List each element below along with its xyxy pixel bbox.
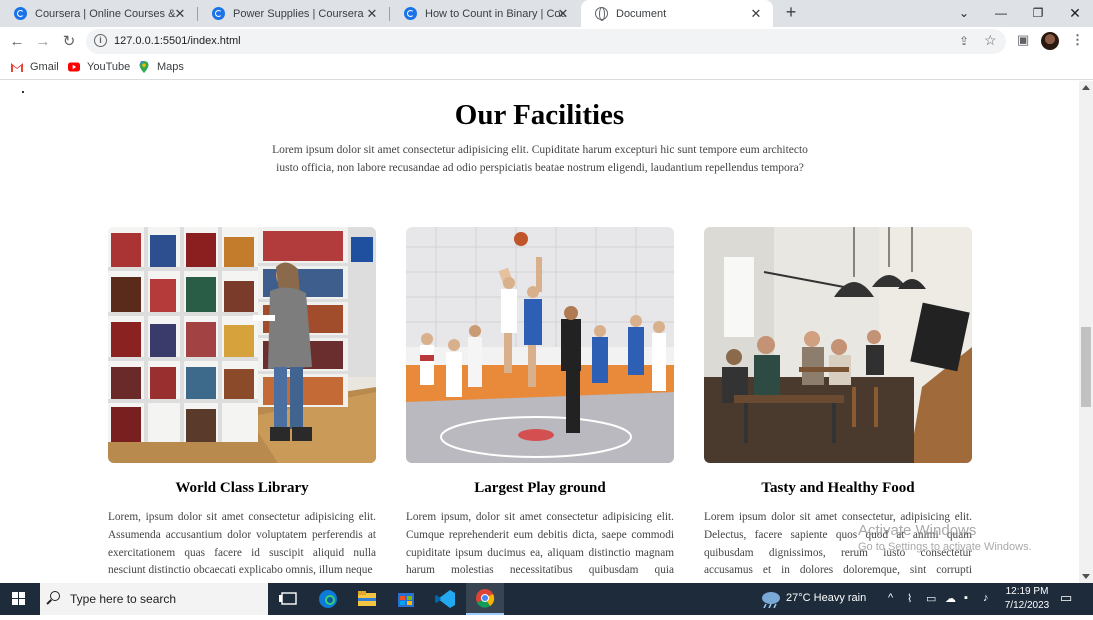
bookmark-gmail[interactable]: Gmail — [11, 61, 59, 73]
coursera-icon — [404, 7, 417, 20]
facility-card-library: World Class Library Lorem, ipsum dolor s… — [108, 227, 376, 580]
tray-chevron-icon[interactable]: ^ — [888, 592, 893, 604]
share-icon[interactable]: ⇪ — [959, 34, 969, 48]
activate-windows-title: Activate Windows — [858, 522, 977, 539]
scroll-down-icon[interactable] — [1082, 574, 1090, 579]
search-placeholder: Type here to search — [70, 592, 177, 606]
forward-arrow-icon[interactable]: → — [33, 32, 53, 52]
cafe-photo — [704, 227, 972, 463]
card-title: World Class Library — [175, 480, 309, 496]
bookmarks-bar: Gmail YouTube Maps — [0, 56, 1093, 80]
notification-icon[interactable]: ▭ — [1060, 590, 1072, 606]
tab-title: Power Supplies | Coursera — [233, 7, 364, 20]
page-viewport: Our Facilities Lorem ipsum dolor sit ame… — [0, 81, 1079, 583]
close-icon[interactable]: ✕ — [365, 6, 379, 22]
url-text: 127.0.0.1:5501/index.html — [114, 35, 241, 47]
basketball-photo — [406, 227, 674, 463]
card-text: Lorem, ipsum dolor sit amet consectetur … — [108, 511, 376, 577]
windows-taskbar: Type here to search 27°C Heavy rain ^ ⌇ … — [0, 583, 1093, 615]
address-bar[interactable]: i 127.0.0.1:5501/index.html ⇪ ☆ — [86, 29, 1006, 54]
globe-icon — [595, 7, 608, 21]
tab-title: Document — [616, 7, 667, 20]
onedrive-icon[interactable]: ☁ — [945, 592, 956, 605]
meet-icon[interactable]: ▪ — [964, 592, 968, 604]
tab-strip: Coursera | Online Courses & Cre ✕ Power … — [0, 0, 1093, 27]
store-icon[interactable] — [387, 583, 425, 615]
network-icon[interactable]: ⌇ — [907, 592, 912, 605]
task-view-icon[interactable] — [270, 583, 308, 615]
search-icon — [50, 591, 60, 601]
battery-icon[interactable]: ▭ — [926, 592, 936, 605]
bookmark-youtube[interactable]: YouTube — [68, 61, 130, 73]
site-info-icon[interactable]: i — [94, 34, 107, 47]
close-icon[interactable]: ✕ — [749, 6, 763, 22]
bookmark-label: Gmail — [30, 61, 59, 73]
gmail-icon — [11, 63, 23, 72]
browser-toolbar: ← → ↻ i 127.0.0.1:5501/index.html ⇪ ☆ ▣ … — [0, 27, 1093, 56]
scroll-up-icon[interactable] — [1082, 85, 1090, 90]
section-heading: Our Facilities — [454, 99, 625, 131]
card-text: Lorem ipsum, dolor sit amet consectetur … — [406, 511, 674, 583]
vscode-icon[interactable] — [426, 583, 464, 615]
tab-coursera-home[interactable]: Coursera | Online Courses & Cre ✕ — [0, 0, 197, 27]
card-title: Tasty and Healthy Food — [761, 480, 915, 496]
back-arrow-icon[interactable]: ← — [7, 32, 27, 52]
close-window-button[interactable]: ✕ — [1057, 0, 1093, 27]
close-icon[interactable]: ✕ — [173, 6, 187, 22]
card-title: Largest Play ground — [474, 480, 606, 496]
file-explorer-icon[interactable] — [348, 583, 386, 615]
taskbar-clock[interactable]: 12:19 PM 7/12/2023 — [1002, 585, 1052, 613]
activate-windows-subtitle: Go to Settings to activate Windows. — [858, 541, 1032, 553]
coursera-icon — [14, 7, 27, 20]
clock-time: 12:19 PM — [1005, 586, 1049, 597]
tab-title: Coursera | Online Courses & Cre — [35, 7, 177, 20]
tab-title: How to Count in Binary | Courser — [425, 7, 565, 20]
stray-dot — [22, 91, 24, 93]
menu-kebab-icon[interactable]: ⋮ — [1071, 32, 1084, 48]
restore-button[interactable]: ❐ — [1020, 0, 1056, 27]
tab-power-supplies[interactable]: Power Supplies | Coursera ✕ — [198, 0, 389, 27]
tab-search-chevron-icon[interactable]: ⌄ — [946, 0, 982, 27]
close-icon[interactable]: ✕ — [556, 6, 570, 22]
side-panel-icon[interactable]: ▣ — [1017, 32, 1029, 48]
bookmark-label: YouTube — [87, 61, 131, 73]
taskbar-search-box[interactable]: Type here to search — [40, 583, 268, 615]
bookmark-maps[interactable]: Maps — [138, 61, 184, 73]
reload-icon[interactable]: ↻ — [59, 32, 79, 52]
library-photo — [108, 227, 376, 463]
minimize-button[interactable]: — — [983, 0, 1019, 27]
page-scrollbar[interactable] — [1079, 81, 1093, 583]
facility-card-playground: Largest Play ground Lorem ipsum, dolor s… — [406, 227, 674, 583]
new-tab-button[interactable]: + — [781, 2, 801, 23]
coursera-icon — [212, 7, 225, 20]
scroll-thumb[interactable] — [1081, 327, 1091, 407]
chrome-icon[interactable] — [466, 583, 504, 615]
weather-icon — [762, 592, 780, 608]
tab-binary[interactable]: How to Count in Binary | Courser ✕ — [390, 0, 580, 27]
clock-date: 7/12/2023 — [1004, 600, 1050, 611]
edge-icon[interactable] — [309, 583, 347, 615]
bookmark-label: Maps — [157, 61, 184, 73]
bookmark-star-icon[interactable]: ☆ — [984, 32, 997, 49]
volume-icon[interactable]: ♪ — [983, 592, 989, 604]
profile-avatar[interactable] — [1041, 32, 1059, 50]
tab-document[interactable]: Document ✕ — [581, 0, 773, 27]
youtube-icon — [68, 62, 80, 72]
weather-text[interactable]: 27°C Heavy rain — [786, 592, 866, 604]
windows-start-icon[interactable] — [12, 592, 26, 606]
maps-icon — [139, 61, 149, 73]
section-intro: Lorem ipsum dolor sit amet consectetur a… — [272, 144, 808, 174]
